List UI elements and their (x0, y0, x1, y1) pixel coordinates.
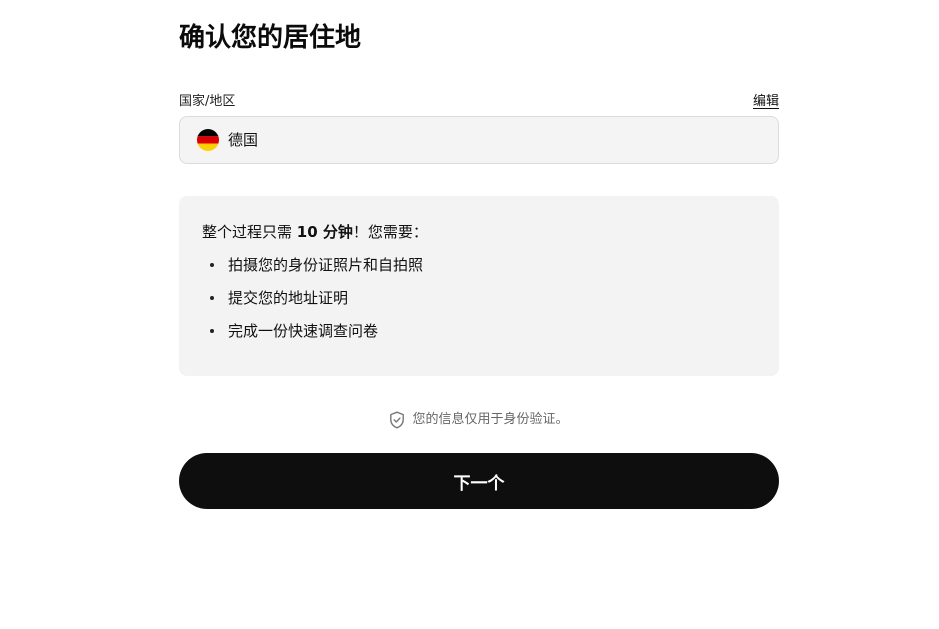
country-value: 德国 (228, 131, 259, 149)
list-item-text: 提交您的地址证明 (228, 289, 349, 307)
page-title: 确认您的居住地 (179, 23, 362, 53)
edit-country-link[interactable]: 编辑 (753, 93, 779, 111)
bullet-icon (210, 329, 214, 333)
country-field-label: 国家/地区 (179, 94, 236, 109)
intro-suffix: ！您需要： (352, 223, 428, 241)
country-field-header: 国家/地区 编辑 (179, 93, 779, 111)
privacy-note-text: 您的信息仅用于身份验证。 (412, 412, 569, 427)
germany-flag-icon (197, 129, 219, 151)
requirements-info-box: 整个过程只需 10 分钟！您需要： 拍摄您的身份证照片和自拍照 提交您的地址证明… (179, 196, 779, 376)
list-item: 完成一份快速调查问卷 (207, 320, 423, 353)
requirements-list: 拍摄您的身份证照片和自拍照 提交您的地址证明 完成一份快速调查问卷 (207, 254, 423, 353)
privacy-note-inner: 您的信息仅用于身份验证。 (389, 410, 569, 430)
list-item: 提交您的地址证明 (207, 287, 423, 320)
shield-check-icon (390, 411, 405, 429)
intro-duration: 10 分钟 (296, 223, 353, 241)
list-item-text: 完成一份快速调查问卷 (228, 322, 379, 340)
list-item: 拍摄您的身份证照片和自拍照 (207, 254, 423, 287)
list-item-text: 拍摄您的身份证照片和自拍照 (228, 256, 424, 274)
next-button[interactable]: 下一个 (179, 453, 779, 509)
residence-confirmation-page: 确认您的居住地 国家/地区 编辑 德国 整个过程只需 10 分钟！您需要： 拍摄… (0, 0, 939, 629)
country-field[interactable]: 德国 (179, 116, 779, 164)
privacy-note: 您的信息仅用于身份验证。 (179, 410, 779, 430)
bullet-icon (210, 263, 214, 267)
intro-prefix: 整个过程只需 (202, 223, 297, 241)
requirements-intro: 整个过程只需 10 分钟！您需要： (202, 221, 428, 243)
bullet-icon (210, 296, 214, 300)
